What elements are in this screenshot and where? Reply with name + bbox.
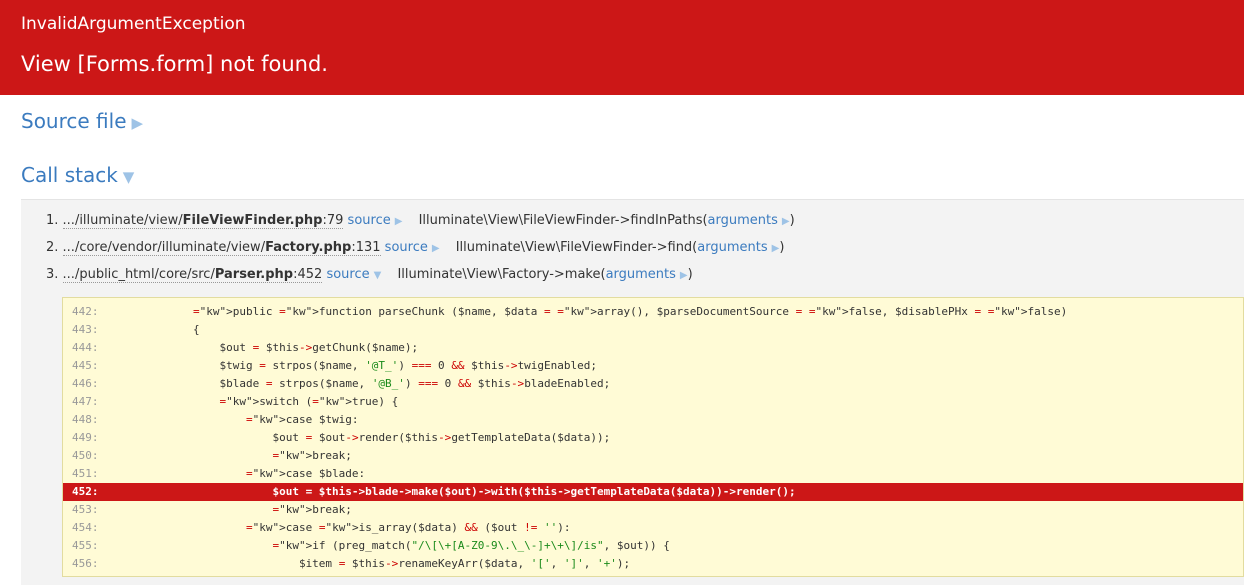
line-code: $out = $this->getChunk($name); [140, 341, 419, 354]
source-code-viewer: 442: ="kw">public ="kw">function parseCh… [62, 297, 1244, 577]
line-code: ="kw">case $twig: [245, 413, 359, 426]
call-stack-label: Call stack [21, 163, 118, 187]
line-number: 453: [72, 503, 99, 516]
code-line: 454: ="kw">case ="kw">is_array($data) &&… [63, 519, 1243, 537]
frame-arguments-toggle[interactable]: arguments ▶ [708, 213, 790, 228]
frame-arguments-toggle[interactable]: arguments ▶ [697, 240, 779, 255]
frame-call: Illuminate\View\FileViewFinder->find(arg… [455, 240, 785, 255]
line-number: 451: [72, 467, 99, 480]
triangle-down-icon: ▼ [122, 168, 135, 186]
code-line: 442: ="kw">public ="kw">function parseCh… [63, 303, 1243, 321]
line-code: $out = $this->blade->make($out)->with($t… [140, 485, 796, 498]
line-code: $out = $out->render($this->getTemplateDa… [140, 431, 611, 444]
line-number: 445: [72, 359, 99, 372]
code-line: 448: ="kw">case $twig: [63, 411, 1243, 429]
frame-call: Illuminate\View\FileViewFinder->findInPa… [418, 213, 795, 228]
line-code: ="kw">case $blade: [245, 467, 366, 480]
exception-type: InvalidArgumentException [21, 14, 246, 34]
line-number: 444: [72, 341, 99, 354]
line-code: ="kw">if (preg_match("/\[\+[A-Z0-9\.\_\-… [272, 539, 670, 552]
line-code: ="kw">break; [272, 503, 352, 516]
line-code: { [140, 323, 200, 336]
call-stack-toggle[interactable]: Call stack ▼ [0, 162, 1244, 190]
code-line: 455: ="kw">if (preg_match("/\[\+[A-Z0-9\… [63, 537, 1243, 555]
frame-file-path: .../core/vendor/illuminate/view/Factory.… [62, 240, 381, 256]
code-line: 450: ="kw">break; [63, 447, 1243, 465]
line-code: ="kw">switch (="kw">true) { [219, 395, 399, 408]
stack-frame: 1. .../illuminate/view/FileViewFinder.ph… [21, 207, 1244, 234]
frame-number: 3. [46, 267, 59, 282]
line-number: 443: [72, 323, 99, 336]
code-line: 453: ="kw">break; [63, 501, 1243, 519]
code-line: 445: $twig = strpos($name, '@T_') === 0 … [63, 357, 1243, 375]
frame-file-path: .../public_html/core/src/Parser.php:452 [62, 267, 323, 283]
source-file-label: Source file [21, 109, 127, 133]
code-line: 456: $item = $this->renameKeyArr($data, … [63, 555, 1243, 573]
frame-number: 1. [46, 213, 59, 228]
code-line: 447: ="kw">switch (="kw">true) { [63, 393, 1243, 411]
error-header: InvalidArgumentException View [Forms.for… [0, 0, 1244, 95]
line-number: 448: [72, 413, 99, 426]
line-number: 442: [72, 305, 99, 318]
code-line: 444: $out = $this->getChunk($name); [63, 339, 1243, 357]
frame-number: 2. [46, 240, 59, 255]
code-line: 443: { [63, 321, 1243, 339]
line-code: $blade = strpos($name, '@B_') === 0 && $… [140, 377, 611, 390]
code-line: 449: $out = $out->render($this->getTempl… [63, 429, 1243, 447]
triangle-right-icon: ▶ [394, 216, 403, 227]
triangle-right-icon: ▶ [781, 216, 790, 227]
line-number: 447: [72, 395, 99, 408]
frame-source-toggle[interactable]: source ▼ [326, 267, 381, 282]
frame-source-toggle[interactable]: source ▶ [385, 240, 440, 255]
exception-message: View [Forms.form] not found. [21, 52, 328, 76]
frame-call: Illuminate\View\Factory->make(arguments ▶… [397, 267, 693, 282]
stack-frame: 2. .../core/vendor/illuminate/view/Facto… [21, 234, 1244, 261]
code-line: 446: $blade = strpos($name, '@B_') === 0… [63, 375, 1243, 393]
line-number: 449: [72, 431, 99, 444]
line-number: 456: [72, 557, 99, 570]
code-line: 451: ="kw">case $blade: [63, 465, 1243, 483]
triangle-right-icon: ▶ [431, 243, 440, 254]
line-number: 450: [72, 449, 99, 462]
triangle-right-icon: ▶ [679, 270, 688, 281]
line-code: ="kw">public ="kw">function parseChunk (… [192, 305, 1068, 318]
line-number: 454: [72, 521, 99, 534]
line-code: $item = $this->renameKeyArr($data, '[', … [140, 557, 631, 570]
line-number: 446: [72, 377, 99, 390]
call-stack-list: 1. .../illuminate/view/FileViewFinder.ph… [21, 207, 1244, 288]
line-code: $twig = strpos($name, '@T_') === 0 && $t… [140, 359, 598, 372]
line-code: ="kw">break; [272, 449, 352, 462]
stack-frame: 3. .../public_html/core/src/Parser.php:4… [21, 261, 1244, 288]
line-number: 455: [72, 539, 99, 552]
frame-file-path: .../illuminate/view/FileViewFinder.php:7… [62, 213, 344, 229]
frame-arguments-toggle[interactable]: arguments ▶ [606, 267, 688, 282]
line-number: 452: [72, 485, 99, 498]
source-file-toggle[interactable]: Source file ▶ [0, 108, 1244, 136]
triangle-right-icon: ▶ [131, 114, 144, 132]
code-line-highlighted: 452: $out = $this->blade->make($out)->wi… [63, 483, 1243, 501]
line-code: ="kw">case ="kw">is_array($data) && ($ou… [245, 521, 571, 534]
call-stack-panel: 1. .../illuminate/view/FileViewFinder.ph… [21, 199, 1244, 585]
triangle-down-icon: ▼ [373, 270, 382, 281]
frame-source-toggle[interactable]: source ▶ [348, 213, 403, 228]
